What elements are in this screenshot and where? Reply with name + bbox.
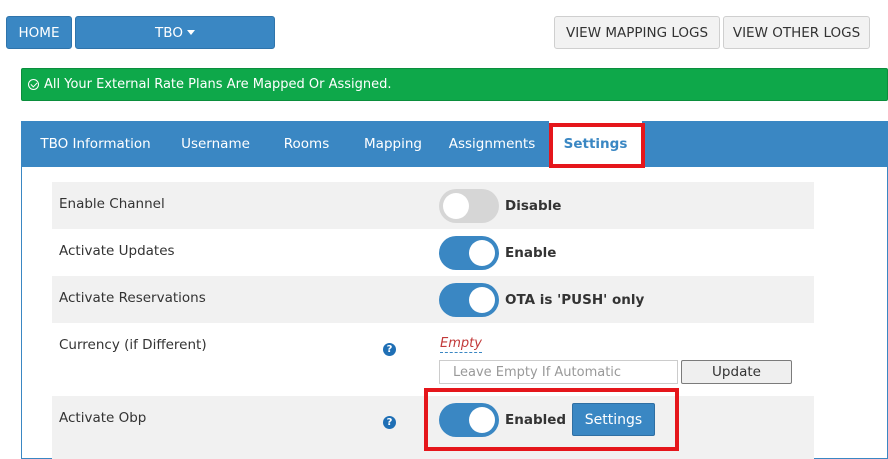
toggle-status: Enable: [505, 245, 557, 261]
enable-channel-toggle[interactable]: [439, 189, 499, 223]
setting-row-enable-channel: Enable Channel Disable: [52, 182, 814, 229]
home-button[interactable]: HOME: [6, 16, 72, 49]
setting-label: Activate Updates: [59, 243, 175, 259]
view-other-logs-label: VIEW OTHER LOGS: [732, 24, 861, 41]
help-icon[interactable]: ?: [383, 343, 396, 356]
tab-label: Rooms: [283, 136, 330, 152]
home-button-label: HOME: [18, 24, 60, 41]
activate-reservations-toggle[interactable]: [439, 283, 499, 317]
tab-label: Username: [181, 136, 250, 152]
alert-message: All Your External Rate Plans Are Mapped …: [44, 77, 392, 92]
tab-username[interactable]: Username: [169, 121, 262, 167]
toggle-knob: [443, 193, 469, 219]
channel-dropdown-label: TBO: [155, 24, 183, 41]
caret-down-icon: [186, 30, 195, 35]
view-mapping-logs-button[interactable]: VIEW MAPPING LOGS: [554, 16, 720, 49]
tab-label: Mapping: [364, 136, 422, 152]
settings-tab-highlight: [549, 123, 645, 168]
toggle-knob: [469, 240, 495, 266]
setting-row-activate-updates: Activate Updates Enable: [52, 229, 814, 276]
tab-bar: TBO Information Username Rooms Mapping A…: [22, 121, 887, 167]
currency-update-button[interactable]: Update: [681, 360, 792, 384]
tab-label: Assignments: [448, 136, 536, 152]
toggle-status: OTA is 'PUSH' only: [505, 292, 645, 308]
view-mapping-logs-label: VIEW MAPPING LOGS: [565, 24, 709, 41]
toggle-status: Disable: [505, 198, 562, 214]
setting-label: Enable Channel: [59, 196, 165, 212]
tab-assignments[interactable]: Assignments: [435, 121, 549, 167]
channel-dropdown-button[interactable]: TBO: [75, 16, 275, 49]
setting-label: Currency (if Different): [59, 337, 207, 353]
setting-row-currency: Currency (if Different) ? Empty Leave Em…: [52, 323, 814, 396]
setting-label: Activate Reservations: [59, 290, 206, 306]
tab-label: TBO Information: [40, 136, 151, 152]
tab-rooms[interactable]: Rooms: [262, 121, 351, 167]
update-button-label: Update: [712, 364, 761, 380]
help-icon[interactable]: ?: [383, 416, 396, 429]
view-other-logs-button[interactable]: VIEW OTHER LOGS: [723, 16, 870, 49]
setting-row-activate-reservations: Activate Reservations OTA is 'PUSH' only: [52, 276, 814, 323]
setting-label: Activate Obp: [59, 410, 147, 426]
currency-input-placeholder: Leave Empty If Automatic: [453, 364, 622, 380]
currency-editable-value[interactable]: Empty: [440, 336, 482, 353]
check-circle-icon: [28, 79, 39, 90]
currency-input[interactable]: Leave Empty If Automatic: [439, 360, 678, 384]
success-alert: All Your External Rate Plans Are Mapped …: [21, 68, 888, 101]
obp-highlight: [424, 388, 679, 451]
activate-updates-toggle[interactable]: [439, 236, 499, 270]
tab-mapping[interactable]: Mapping: [351, 121, 435, 167]
tab-tbo-information[interactable]: TBO Information: [22, 121, 169, 167]
toggle-knob: [469, 287, 495, 313]
